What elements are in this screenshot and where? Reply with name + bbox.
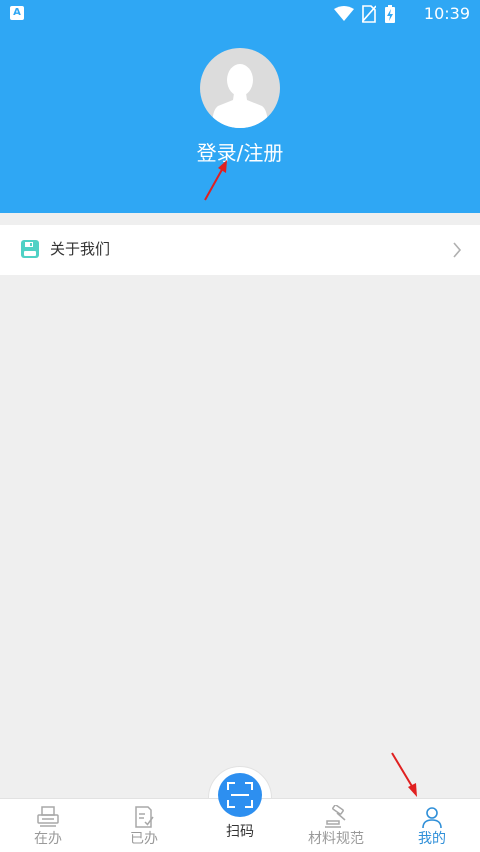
scan-icon — [227, 782, 253, 808]
avatar[interactable] — [200, 48, 280, 128]
list-item-about-us[interactable]: 关于我们 — [0, 225, 480, 275]
annotation-arrow — [391, 752, 417, 797]
settings-list: 关于我们 — [0, 225, 480, 275]
tab-done[interactable]: 已办 — [96, 799, 192, 852]
printer-icon — [37, 806, 59, 827]
annotation-arrow — [204, 160, 227, 201]
tab-material-standards[interactable]: 材料规范 — [288, 799, 384, 852]
tab-in-progress[interactable]: 在办 — [0, 799, 96, 852]
floppy-save-icon — [21, 240, 39, 258]
person-icon — [422, 807, 442, 829]
chevron-right-icon — [453, 242, 462, 258]
status-time: 10:39 — [423, 4, 470, 23]
tab-label: 材料规范 — [308, 831, 364, 847]
battery-charging-icon — [385, 5, 395, 23]
tab-label: 已办 — [130, 831, 158, 847]
tab-label: 在办 — [34, 831, 62, 847]
gavel-icon — [325, 805, 346, 828]
status-icons — [334, 4, 396, 24]
profile-header: A 10:39 登录/注册 — [0, 0, 480, 213]
scan-label: 扫码 — [226, 824, 254, 840]
document-check-icon — [135, 806, 154, 828]
status-bar: A 10:39 — [0, 0, 480, 28]
scan-button[interactable] — [218, 773, 262, 817]
list-item-label: 关于我们 — [50, 240, 111, 258]
tab-label: 我的 — [418, 831, 446, 847]
tab-mine[interactable]: 我的 — [384, 799, 480, 852]
login-register-link[interactable]: 登录/注册 — [0, 138, 480, 168]
app-notification-icon: A — [10, 6, 24, 20]
no-sim-icon — [362, 5, 376, 23]
default-avatar-icon — [212, 64, 268, 128]
wifi-icon — [334, 6, 354, 21]
